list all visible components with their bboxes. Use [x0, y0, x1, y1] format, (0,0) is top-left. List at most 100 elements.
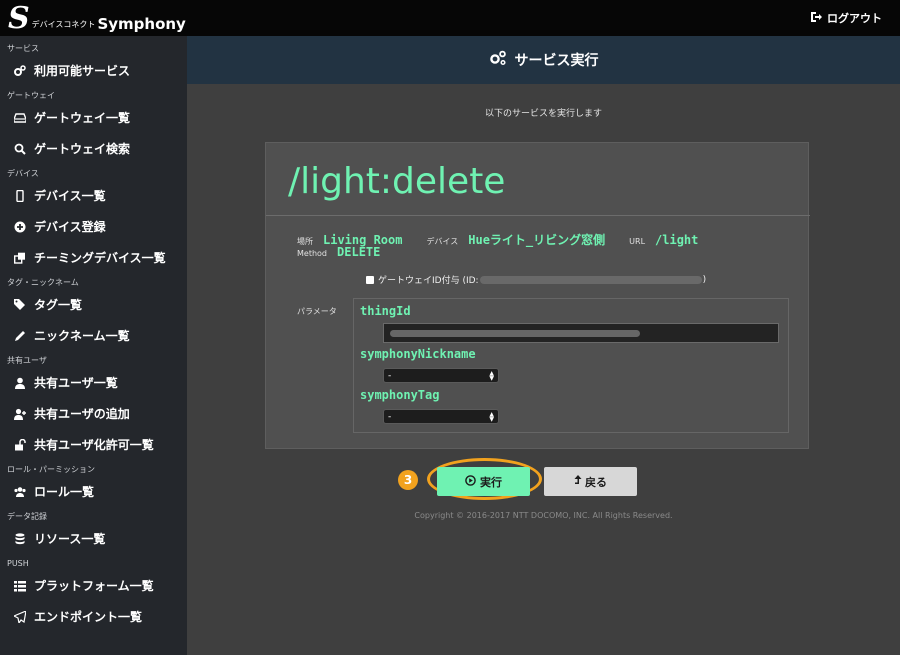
- service-path: /light:delete: [288, 161, 506, 202]
- param-name-symphony-nickname: symphonyNickname: [360, 347, 476, 361]
- sidebar-item-label: デバイス一覧: [34, 189, 106, 203]
- thingid-redacted-value: [390, 329, 640, 337]
- sidebar-item-label: リソース一覧: [34, 532, 106, 546]
- sign-out-icon: [811, 11, 827, 25]
- sidebar-item-teaming-device-list[interactable]: チーミングデバイス一覧: [0, 242, 187, 273]
- sidebar-item-label: タグ一覧: [34, 298, 83, 312]
- app-logo[interactable]: S デバイスコネクト Symphony: [8, 2, 186, 34]
- sidebar-item-nickname-list[interactable]: ニックネーム一覧: [0, 320, 187, 351]
- gateway-id-checkbox[interactable]: [366, 275, 374, 284]
- sidebar-item-label: ゲートウェイ検索: [34, 142, 131, 156]
- symphony-tag-select[interactable]: - ▲ ▼: [383, 409, 499, 424]
- hdd-icon: [13, 111, 26, 124]
- level-up-icon: [574, 474, 582, 489]
- sidebar-item-shared-user-permit-list[interactable]: 共有ユーザ化許可一覧: [0, 429, 187, 460]
- sidebar-item-label: プラットフォーム一覧: [34, 579, 154, 593]
- cogs-icon: [13, 64, 26, 77]
- device-value: Hueライト_リビング窓側: [468, 233, 606, 247]
- plus-circle-icon: [13, 220, 26, 233]
- param-name-thingid: thingId: [360, 304, 411, 318]
- url-value: /light: [655, 233, 699, 247]
- play-circle-icon: [465, 474, 480, 489]
- param-name-symphony-tag: symphonyTag: [360, 388, 440, 402]
- divider: [266, 215, 810, 216]
- execute-label: 実行: [480, 475, 502, 489]
- sidebar-item-device-register[interactable]: デバイス登録: [0, 211, 187, 242]
- sidebar-item-label: 共有ユーザ一覧: [34, 376, 118, 390]
- select-value: -: [388, 370, 392, 381]
- sidebar-item-tag-list[interactable]: タグ一覧: [0, 289, 187, 320]
- method-value: DELETE: [337, 245, 381, 259]
- sidebar: サービス 利用可能サービス ゲートウェイ ゲートウェイ一覧 ゲートウェイ検索 デ…: [0, 36, 187, 655]
- select-value: -: [388, 411, 392, 422]
- section-title-data-record: データ記録: [7, 512, 47, 521]
- params-box: thingId symphonyNickname - ▲ ▼ symphonyTa…: [353, 298, 789, 433]
- sidebar-item-label: ニックネーム一覧: [34, 329, 130, 343]
- list-icon: [13, 579, 26, 592]
- main-content: サービス実行 以下のサービスを実行します /light:delete 場所 Li…: [187, 36, 900, 655]
- sidebar-item-label: 利用可能サービス: [34, 64, 131, 78]
- sidebar-item-gateway-search[interactable]: ゲートウェイ検索: [0, 133, 187, 164]
- url-label: URL: [629, 237, 646, 246]
- method-label: Method: [297, 249, 328, 258]
- section-title-shared-user: 共有ユーザ: [7, 356, 47, 365]
- gateway-id-label-prefix: ゲートウェイID付与 (ID:: [378, 276, 479, 286]
- section-title-role-permission: ロール・パーミッション: [7, 465, 95, 474]
- service-panel: /light:delete 場所 Living Room デバイス Hueライト…: [265, 142, 810, 449]
- section-title-device: デバイス: [7, 169, 39, 178]
- copyright: Copyright © 2016-2017 NTT DOCOMO, INC. A…: [414, 511, 673, 520]
- sidebar-item-role-list[interactable]: ロール一覧: [0, 476, 187, 507]
- sidebar-item-platform-list[interactable]: プラットフォーム一覧: [0, 570, 187, 601]
- sidebar-item-resource-list[interactable]: リソース一覧: [0, 523, 187, 554]
- sidebar-item-label: デバイス登録: [34, 220, 106, 234]
- thingid-input[interactable]: [383, 323, 779, 343]
- search-icon: [13, 142, 26, 155]
- logout-button[interactable]: ログアウト: [811, 10, 882, 26]
- unlock-icon: [13, 438, 26, 451]
- mobile-icon: [13, 189, 26, 202]
- service-method-row: Method DELETE: [297, 245, 404, 259]
- section-title-gateway: ゲートウェイ: [7, 91, 55, 100]
- params-label: パラメータ: [297, 307, 337, 316]
- intro-text: 以下のサービスを実行します: [484, 109, 602, 119]
- back-button[interactable]: 戻る: [544, 467, 637, 496]
- gateway-id-label-suffix: ): [702, 274, 707, 285]
- cogs-icon: [489, 50, 515, 70]
- sidebar-item-label: 共有ユーザの追加: [34, 407, 130, 421]
- execute-button[interactable]: 実行: [437, 467, 530, 496]
- sidebar-item-label: チーミングデバイス一覧: [34, 251, 166, 265]
- select-arrows-icon: ▲ ▼: [489, 410, 494, 423]
- user-plus-icon: [13, 407, 26, 420]
- sidebar-item-endpoint-list[interactable]: エンドポイント一覧: [0, 601, 187, 632]
- pencil-icon: [13, 329, 26, 342]
- page-title: サービス実行: [514, 53, 599, 69]
- section-title-push: PUSH: [7, 559, 29, 568]
- sidebar-item-shared-user-list[interactable]: 共有ユーザ一覧: [0, 367, 187, 398]
- symphony-nickname-select[interactable]: - ▲ ▼: [383, 368, 499, 383]
- users-icon: [13, 485, 26, 498]
- device-label: デバイス: [426, 237, 459, 246]
- clone-icon: [13, 251, 26, 264]
- sidebar-item-label: エンドポイント一覧: [34, 610, 143, 624]
- send-icon: [13, 610, 26, 623]
- database-icon: [13, 532, 26, 545]
- sidebar-item-label: ゲートウェイ一覧: [34, 111, 131, 125]
- user-icon: [13, 376, 26, 389]
- section-title-service: サービス: [7, 44, 39, 53]
- sidebar-item-label: 共有ユーザ化許可一覧: [34, 438, 154, 452]
- gateway-id-redacted: [479, 275, 702, 284]
- back-label: 戻る: [585, 475, 607, 489]
- page-header: サービス実行: [187, 36, 900, 84]
- sidebar-item-available-services[interactable]: 利用可能サービス: [0, 55, 187, 86]
- logout-label: ログアウト: [827, 12, 882, 25]
- logo-title: Symphony: [97, 15, 186, 33]
- tags-icon: [13, 298, 26, 311]
- section-title-tag-nickname: タグ・ニックネーム: [7, 278, 79, 287]
- gateway-id-checkbox-row[interactable]: ゲートウェイID付与 (ID: ): [366, 273, 706, 286]
- step-number-badge: 3: [398, 470, 418, 490]
- sidebar-item-gateway-list[interactable]: ゲートウェイ一覧: [0, 102, 187, 133]
- sidebar-item-device-list[interactable]: デバイス一覧: [0, 180, 187, 211]
- top-bar: S デバイスコネクト Symphony ログアウト: [0, 0, 900, 36]
- sidebar-item-label: ロール一覧: [34, 485, 95, 499]
- sidebar-item-add-shared-user[interactable]: 共有ユーザの追加: [0, 398, 187, 429]
